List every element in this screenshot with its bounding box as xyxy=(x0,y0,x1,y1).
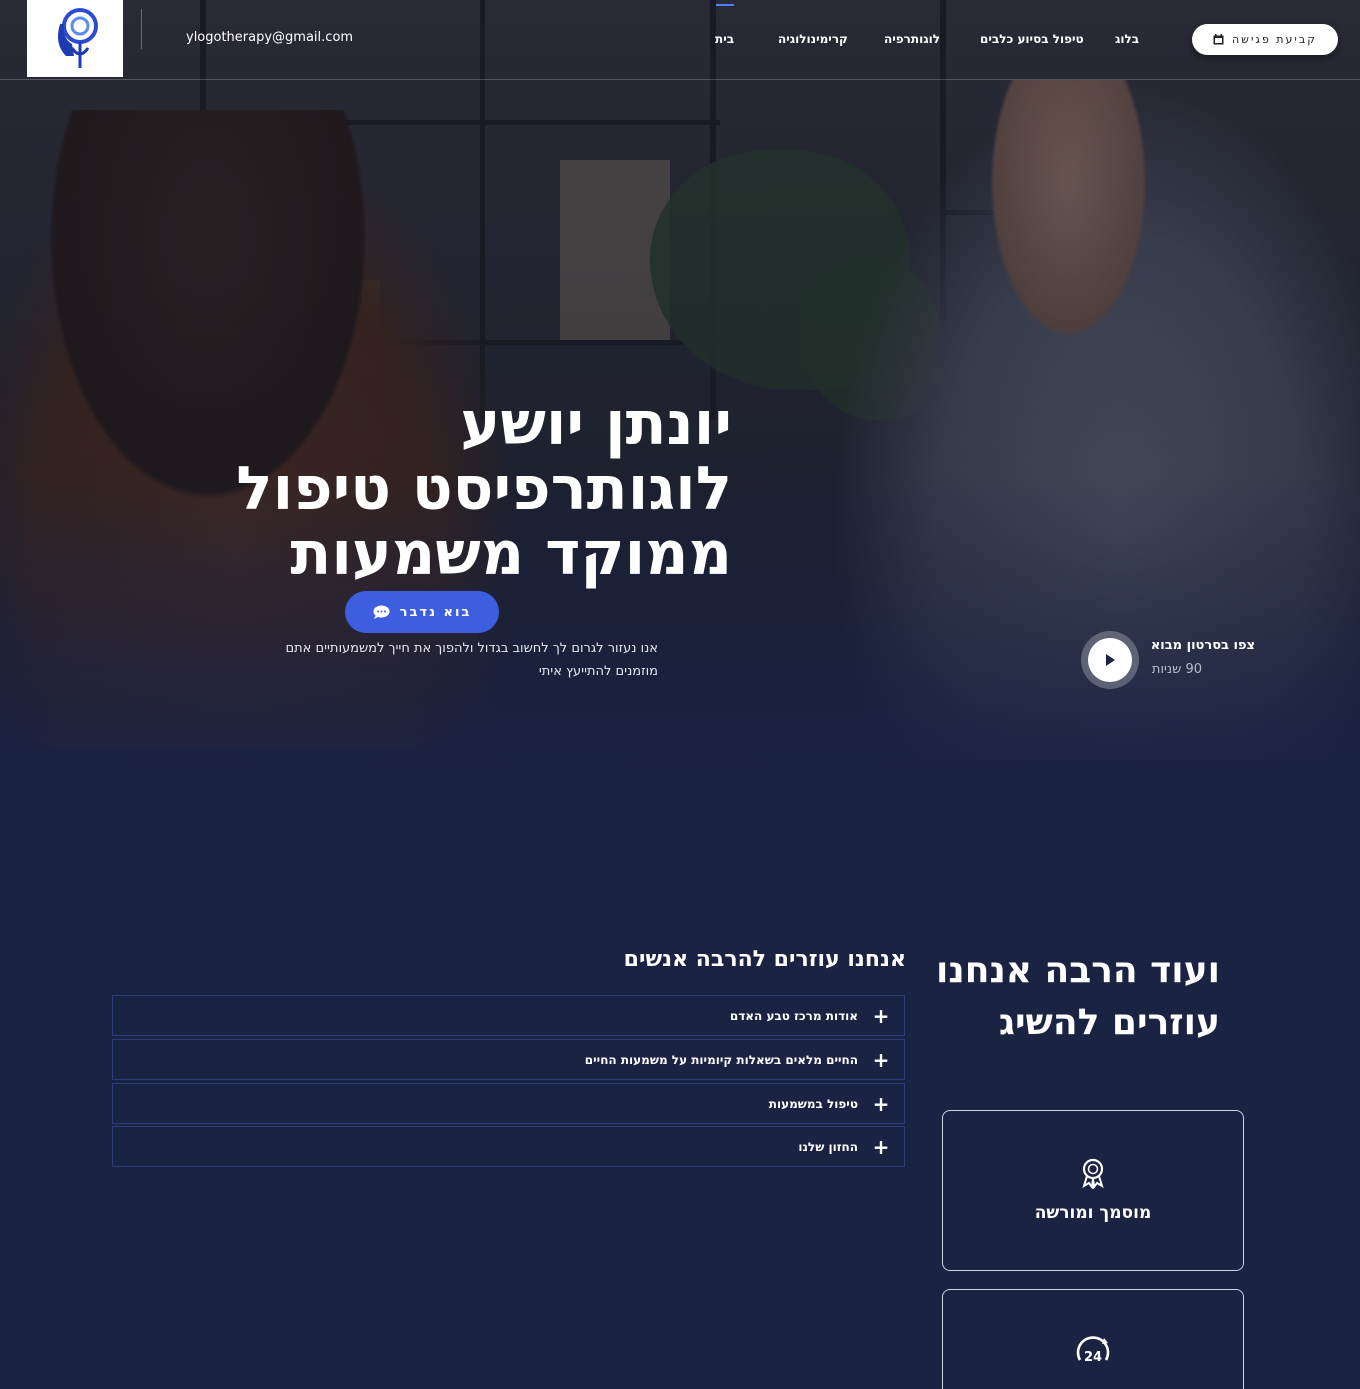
nav-item-criminology[interactable]: קרימינולוגיה xyxy=(778,32,848,46)
help-section-title: אנחנו עוזרים להרבה אנשים xyxy=(623,947,906,972)
video-title: צפו בסרטון מבוא xyxy=(1150,638,1255,653)
hero-title-line: יונתן יושע xyxy=(460,389,732,459)
accordion-item[interactable]: + אודות מרכז טבע האדם xyxy=(112,995,905,1036)
nav-item-blog[interactable]: בלוג xyxy=(1115,32,1139,46)
accordion-label: אודות מרכז טבע האדם xyxy=(729,1008,858,1023)
plus-icon: + xyxy=(872,1003,890,1028)
chat-bubble-icon xyxy=(373,605,390,619)
hero-subtitle-line: אנו נעזור לגרום לך לחשוב בגדול ולהפוך את… xyxy=(285,641,658,656)
nav-active-indicator xyxy=(716,4,734,6)
accordion-label: החזון שלנו xyxy=(798,1139,858,1154)
card-label: מוסמך ומורשה xyxy=(1034,1203,1152,1223)
plus-icon: + xyxy=(872,1091,890,1116)
accordion-item[interactable]: + טיפול במשמעות xyxy=(112,1083,905,1124)
book-meeting-button[interactable]: קביעת פגישה xyxy=(1192,24,1338,55)
plus-icon: + xyxy=(872,1134,890,1159)
hero-title: יונתן יושע לוגותרפיסט טיפול ממוקד משמעות xyxy=(172,392,732,587)
calendar-icon xyxy=(1213,34,1224,45)
nav-item-logotherapy[interactable]: לוגותרפיה xyxy=(884,32,940,46)
lets-talk-button[interactable]: בוא נדבר xyxy=(345,591,499,633)
more-title-line: ועוד הרבה אנחנו xyxy=(936,950,1220,991)
hero-subtitle-line: מוזמנים להתייעץ איתי xyxy=(538,664,658,679)
hero-title-line: לוגותרפיסט טיפול xyxy=(236,454,732,524)
nav-item-dog-therapy[interactable]: טיפול בסיוע כלבים xyxy=(980,32,1084,46)
logo-icon xyxy=(58,7,98,68)
cta-label: קביעת פגישה xyxy=(1231,33,1318,46)
accordion-item[interactable]: + החזון שלנו xyxy=(112,1126,905,1167)
nav-item-home[interactable]: בית xyxy=(715,32,734,46)
plus-icon: + xyxy=(872,1047,890,1072)
hero-subtitle: אנו נעזור לגרום לך לחשוב בגדול ולהפוך את… xyxy=(228,637,658,683)
hero-title-line: ממוקד משמעות xyxy=(290,519,732,589)
video-duration: 90 שניות xyxy=(1151,662,1202,677)
site-header: ylogotherapy@gmail.com בית קרימינולוגיה … xyxy=(0,0,1360,80)
accordion-label: טיפול במשמעות xyxy=(768,1096,858,1111)
talk-button-label: בוא נדבר xyxy=(399,604,472,620)
header-email[interactable]: ylogotherapy@gmail.com xyxy=(186,30,353,45)
accordion-label: החיים מלאים בשאלות קיומיות על משמעות החי… xyxy=(584,1052,858,1067)
site-logo[interactable] xyxy=(27,0,123,77)
feature-card: 24 xyxy=(942,1289,1244,1389)
accordion-item[interactable]: + החיים מלאים בשאלות קיומיות על משמעות ה… xyxy=(112,1039,905,1080)
feature-card: מוסמך ומורשה xyxy=(942,1110,1244,1271)
award-icon xyxy=(1082,1158,1104,1189)
more-section-title: ועוד הרבה אנחנו עוזרים להשיג xyxy=(920,945,1220,1049)
more-title-line: עוזרים להשיג xyxy=(998,1002,1220,1043)
clock-24-text: 24 xyxy=(1084,1350,1102,1364)
play-video-button[interactable] xyxy=(1081,631,1139,689)
play-icon xyxy=(1106,654,1115,666)
